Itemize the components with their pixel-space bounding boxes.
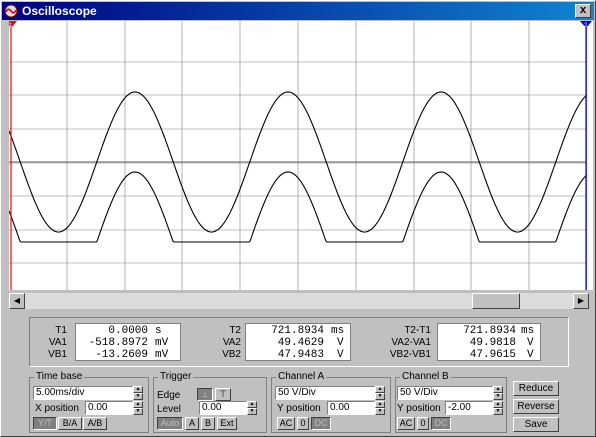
scroll-thumb[interactable] bbox=[472, 293, 520, 309]
vb2-unit: V bbox=[337, 349, 344, 361]
falling-edge-button[interactable]: ⊤ bbox=[215, 388, 231, 401]
level-label: Level bbox=[157, 404, 181, 415]
up-arrow-icon[interactable]: ▲ bbox=[133, 401, 143, 408]
falling-edge-icon: ⊤ bbox=[219, 389, 227, 399]
up-arrow-icon[interactable]: ▲ bbox=[375, 401, 385, 408]
vb1-unit: mV bbox=[155, 349, 169, 361]
up-arrow-icon[interactable]: ▲ bbox=[493, 386, 503, 393]
down-arrow-icon[interactable]: ▼ bbox=[493, 408, 503, 415]
down-arrow-icon[interactable]: ▼ bbox=[247, 408, 257, 415]
save-button[interactable]: Save bbox=[513, 417, 559, 432]
reverse-button[interactable]: Reverse bbox=[513, 399, 559, 414]
title-bar[interactable]: Oscilloscope x bbox=[2, 2, 594, 20]
t-diff-label: T2-T1 bbox=[404, 325, 431, 336]
ba-button[interactable]: B/A bbox=[58, 417, 82, 430]
left-arrow-icon: ◀ bbox=[13, 296, 21, 305]
channel-b-zero-button[interactable]: 0 bbox=[417, 417, 429, 430]
channel-b-ypos-label: Y position bbox=[397, 403, 441, 414]
up-arrow-icon[interactable]: ▲ bbox=[133, 386, 143, 393]
channel-b-ypos-field[interactable]: -2.00 bbox=[445, 401, 493, 415]
window-title: Oscilloscope bbox=[22, 4, 97, 18]
t1-label: T1 bbox=[55, 325, 67, 336]
va-diff-label: VA2-VA1 bbox=[391, 337, 431, 348]
x-position-spinner[interactable]: ▲ ▼ bbox=[133, 401, 143, 415]
vb2-label: VB2 bbox=[222, 349, 241, 360]
channel-b-dc-button[interactable]: DC bbox=[431, 417, 451, 430]
oscilloscope-app-icon bbox=[4, 4, 18, 18]
trigger-title: Trigger bbox=[158, 371, 194, 382]
vb1-value: -13.2609 bbox=[95, 349, 148, 361]
vb-diff-value: 47.9615 bbox=[469, 349, 516, 361]
timebase-title: Time base bbox=[34, 371, 85, 382]
trigger-level-field[interactable]: 0.00 bbox=[199, 401, 247, 415]
close-icon: x bbox=[579, 4, 587, 16]
vb1-label: VB1 bbox=[48, 349, 67, 360]
down-arrow-icon[interactable]: ▼ bbox=[493, 393, 503, 400]
x-position-field[interactable]: 0.00 bbox=[85, 401, 133, 415]
t2-label: T2 bbox=[229, 325, 241, 336]
channel-b-ypos-spinner[interactable]: ▲ ▼ bbox=[493, 401, 503, 415]
trigger-a-button[interactable]: A bbox=[185, 417, 199, 430]
ab-button[interactable]: A/B bbox=[83, 417, 107, 430]
oscilloscope-screen[interactable]: 1 2 bbox=[9, 21, 593, 290]
va2-label: VA2 bbox=[222, 337, 241, 348]
trigger-level-spinner[interactable]: ▲ ▼ bbox=[247, 401, 257, 415]
channel-b-scale-spinner[interactable]: ▲ ▼ bbox=[493, 386, 503, 400]
up-arrow-icon[interactable]: ▲ bbox=[247, 401, 257, 408]
trigger-b-button[interactable]: B bbox=[201, 417, 215, 430]
right-arrow-icon: ▶ bbox=[577, 296, 585, 305]
channel-a-ypos-spinner[interactable]: ▲ ▼ bbox=[375, 401, 385, 415]
rising-edge-icon: ⊥ bbox=[201, 389, 209, 399]
close-button[interactable]: x bbox=[575, 4, 591, 18]
scroll-left-button[interactable]: ◀ bbox=[9, 293, 25, 309]
channel-a-ac-button[interactable]: AC bbox=[277, 417, 295, 430]
timebase-spinner[interactable]: ▲ ▼ bbox=[133, 386, 143, 400]
horizontal-scrollbar[interactable]: ◀ ▶ bbox=[9, 293, 589, 309]
oscilloscope-window: Oscilloscope x 1 2 ◀ ▶ T1 VA1 VB1 0.0000… bbox=[0, 0, 596, 437]
edge-label: Edge bbox=[157, 390, 181, 401]
va1-label: VA1 bbox=[48, 337, 67, 348]
scope-grid bbox=[9, 21, 587, 290]
trigger-ext-button[interactable]: Ext bbox=[217, 417, 237, 430]
channel-a-scale-spinner[interactable]: ▲ ▼ bbox=[375, 386, 385, 400]
channel-b-title: Channel B bbox=[400, 371, 451, 382]
scope-display: 1 2 bbox=[9, 21, 592, 290]
down-arrow-icon[interactable]: ▼ bbox=[375, 408, 385, 415]
channel-a-title: Channel A bbox=[276, 371, 327, 382]
channel-a-zero-button[interactable]: 0 bbox=[297, 417, 309, 430]
rising-edge-button[interactable]: ⊥ bbox=[197, 388, 213, 401]
channel-a-dc-button[interactable]: DC bbox=[311, 417, 331, 430]
down-arrow-icon[interactable]: ▼ bbox=[133, 393, 143, 400]
up-arrow-icon[interactable]: ▲ bbox=[493, 401, 503, 408]
yt-button[interactable]: Y/T bbox=[33, 417, 57, 430]
channel-b-ac-button[interactable]: AC bbox=[397, 417, 415, 430]
auto-trigger-button[interactable]: Auto bbox=[157, 417, 183, 430]
reduce-button[interactable]: Reduce bbox=[513, 381, 559, 396]
vb-diff-unit: V bbox=[527, 349, 534, 361]
channel-a-scale-field[interactable]: 50 V/Div bbox=[275, 386, 375, 400]
channel-a-ypos-field[interactable]: 0.00 bbox=[327, 401, 375, 415]
vb-diff-label: VB2-VB1 bbox=[389, 349, 431, 360]
channel-a-ypos-label: Y position bbox=[277, 403, 321, 414]
scroll-right-button[interactable]: ▶ bbox=[573, 293, 589, 309]
x-position-label: X position bbox=[35, 403, 79, 414]
up-arrow-icon[interactable]: ▲ bbox=[375, 386, 385, 393]
down-arrow-icon[interactable]: ▼ bbox=[133, 408, 143, 415]
down-arrow-icon[interactable]: ▼ bbox=[375, 393, 385, 400]
timebase-value-field[interactable]: 5.00ms/div bbox=[33, 386, 133, 400]
channel-b-scale-field[interactable]: 50 V/Div bbox=[397, 386, 493, 400]
vb2-value: 47.9483 bbox=[277, 349, 324, 361]
